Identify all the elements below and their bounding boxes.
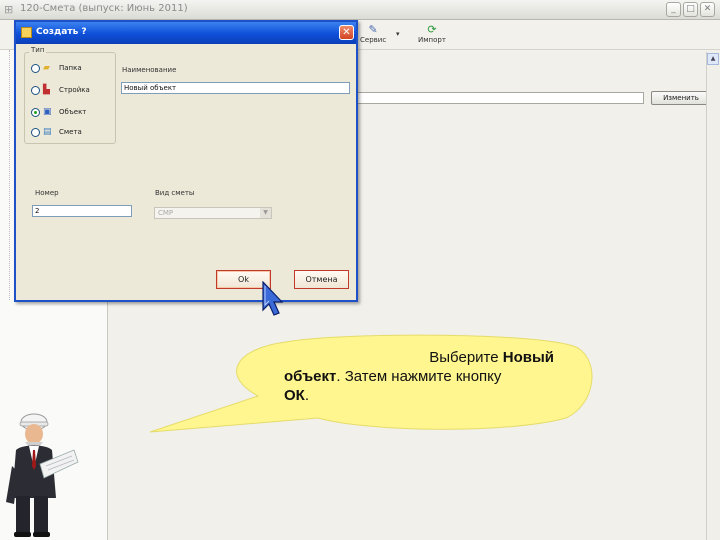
folder-icon: ▰ [43, 63, 50, 73]
dialog-title: Создать ? [36, 27, 87, 37]
view-select[interactable]: СМР ▼ [154, 207, 272, 219]
construction-icon: ▙ [43, 85, 50, 95]
callout-line-2: объект. Затем нажмите кнопку [284, 368, 501, 385]
callout-text: Выберите Новый объект. Затем нажмите кно… [284, 348, 564, 405]
chevron-down-icon: ▾ [396, 30, 400, 38]
radio-button[interactable] [31, 86, 40, 95]
object-icon: ▣ [43, 107, 52, 117]
radio-object[interactable]: ▣ Объект [31, 106, 115, 120]
radio-folder-label: Папка [59, 64, 82, 72]
radio-button-selected[interactable] [31, 108, 40, 117]
name-label: Наименование [122, 66, 177, 74]
mouse-pointer-icon [262, 281, 284, 316]
callout-line-3: ОК. [284, 387, 309, 404]
app-icon: ⊞ [4, 3, 14, 16]
main-field[interactable] [350, 92, 644, 104]
name-field[interactable]: Новый объект [121, 82, 350, 94]
import-icon: ⟳ [427, 23, 437, 36]
radio-construction[interactable]: ▙ Стройка [31, 84, 115, 98]
dialog-icon [21, 27, 32, 38]
chevron-down-icon: ▼ [260, 208, 271, 218]
callout-bold-object: объект [284, 368, 337, 385]
callout-bold-ok: ОК [284, 387, 305, 404]
radio-estimate-label: Смета [59, 128, 82, 136]
estimate-icon: ▤ [43, 127, 52, 137]
toolbar-service-label: Сервис [360, 36, 387, 44]
toolbar-import[interactable]: ⟳ Импорт [418, 23, 446, 45]
vertical-scrollbar[interactable] [706, 52, 720, 540]
engineer-figure [6, 413, 79, 537]
radio-button[interactable] [31, 64, 40, 73]
toolbar-service-dropdown[interactable]: ▾ [396, 30, 400, 38]
app-title: 120-Смета (выпуск: Июнь 2011) [20, 3, 188, 14]
radio-object-label: Объект [59, 108, 87, 116]
radio-button[interactable] [31, 128, 40, 137]
callout-text-part: . [304, 387, 309, 404]
toolbar-service[interactable]: ✎ Сервис [360, 23, 387, 45]
callout-text-part: . Затем нажмите кнопку [336, 368, 502, 385]
type-group-legend: Тип [29, 46, 47, 54]
toolbar-import-label: Импорт [418, 36, 446, 44]
view-select-value: СМР [158, 209, 174, 217]
cancel-button[interactable]: Отмена [294, 270, 349, 289]
view-label: Вид сметы [155, 189, 195, 197]
scroll-up-button[interactable]: ▲ [707, 53, 719, 65]
radio-folder[interactable]: ▰ Папка [31, 62, 115, 76]
dialog-titlebar[interactable]: Создать ? ✕ [16, 22, 356, 44]
callout-bold-new: Новый [502, 349, 554, 366]
minimize-button[interactable]: _ [666, 2, 681, 17]
maximize-button[interactable]: □ [683, 2, 698, 17]
tree-pane-scrollbar[interactable] [0, 50, 10, 300]
number-label: Номер [35, 189, 59, 197]
callout-text-part: Выберите [429, 349, 503, 366]
radio-construction-label: Стройка [59, 86, 90, 94]
number-field[interactable]: 2 [32, 205, 132, 217]
app-titlebar: ⊞ 120-Смета (выпуск: Июнь 2011) _ □ ✕ [0, 0, 720, 20]
close-button[interactable]: ✕ [700, 2, 715, 17]
callout-line-1: Выберите Новый [284, 348, 564, 367]
create-dialog: Создать ? ✕ Тип ▰ Папка ▙ Стройка ▣ Объе… [14, 20, 358, 302]
service-icon: ✎ [368, 23, 378, 36]
radio-estimate[interactable]: ▤ Смета [31, 126, 115, 140]
change-button[interactable]: Изменить [651, 91, 711, 105]
dialog-close-button[interactable]: ✕ [339, 25, 354, 40]
